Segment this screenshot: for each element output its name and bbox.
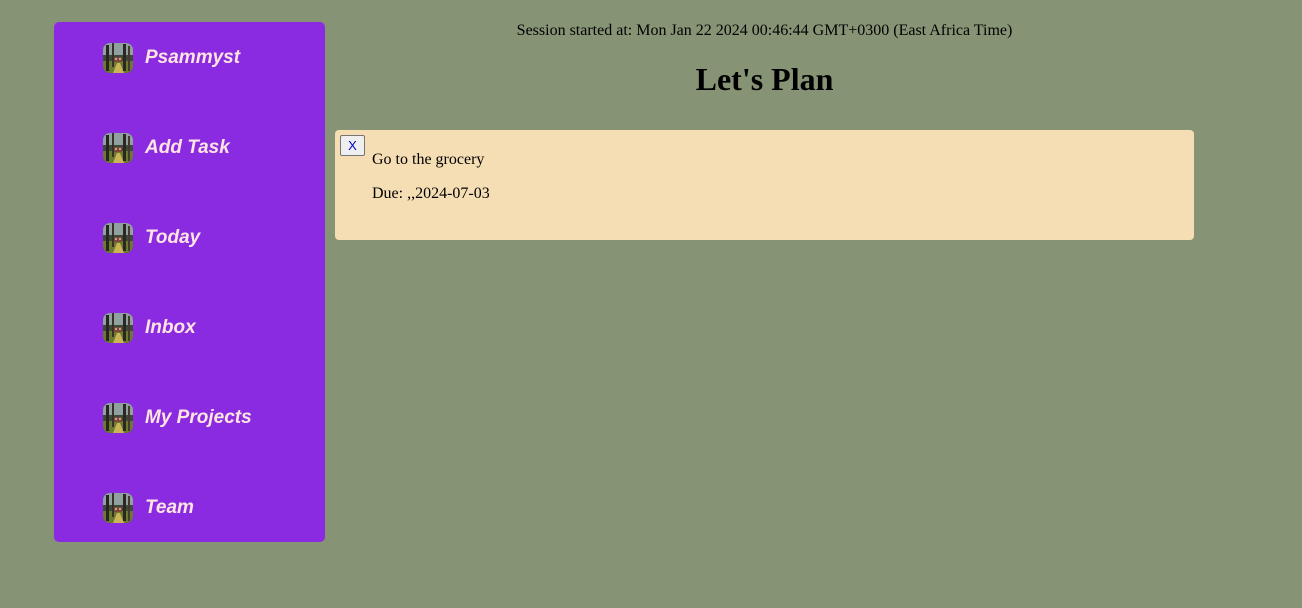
page-title: Let's Plan [695, 61, 834, 97]
sidebar-item-add-task[interactable]: Add Task [103, 132, 230, 164]
sidebar-item-label: Today [145, 227, 201, 248]
sidebar-item-label: Inbox [145, 317, 196, 338]
sidebar-item-label: My Projects [145, 407, 252, 428]
sidebar-item-label: Team [145, 497, 194, 518]
task-card: X Go to the grocery Due: ,,2024-07-03 [335, 130, 1194, 240]
forest-avatar-icon [103, 43, 133, 73]
sidebar-item-label: Psammyst [145, 47, 241, 68]
sidebar-item-inbox[interactable]: Inbox [103, 312, 196, 344]
forest-avatar-icon [103, 223, 133, 253]
sidebar-item-label: Add Task [145, 137, 230, 158]
session-timestamp: Session started at: Mon Jan 22 2024 00:4… [516, 22, 1013, 39]
forest-avatar-icon [103, 493, 133, 523]
sidebar-item-team[interactable]: Team [103, 492, 194, 524]
forest-avatar-icon [103, 133, 133, 163]
main-content: Session started at: Mon Jan 22 2024 00:4… [325, 0, 1204, 608]
forest-avatar-icon [103, 313, 133, 343]
sidebar-item-today[interactable]: Today [103, 222, 200, 254]
sidebar-item-psammyst[interactable]: Psammyst [103, 42, 240, 74]
task-due-date: Due: ,,2024-07-03 [372, 185, 490, 202]
forest-avatar-icon [103, 403, 133, 433]
sidebar: Psammyst Add Task Today Inbox My Project… [54, 22, 325, 542]
task-title: Go to the grocery [372, 151, 485, 168]
delete-task-button[interactable]: X [340, 135, 365, 156]
sidebar-item-my-projects[interactable]: My Projects [103, 402, 252, 434]
